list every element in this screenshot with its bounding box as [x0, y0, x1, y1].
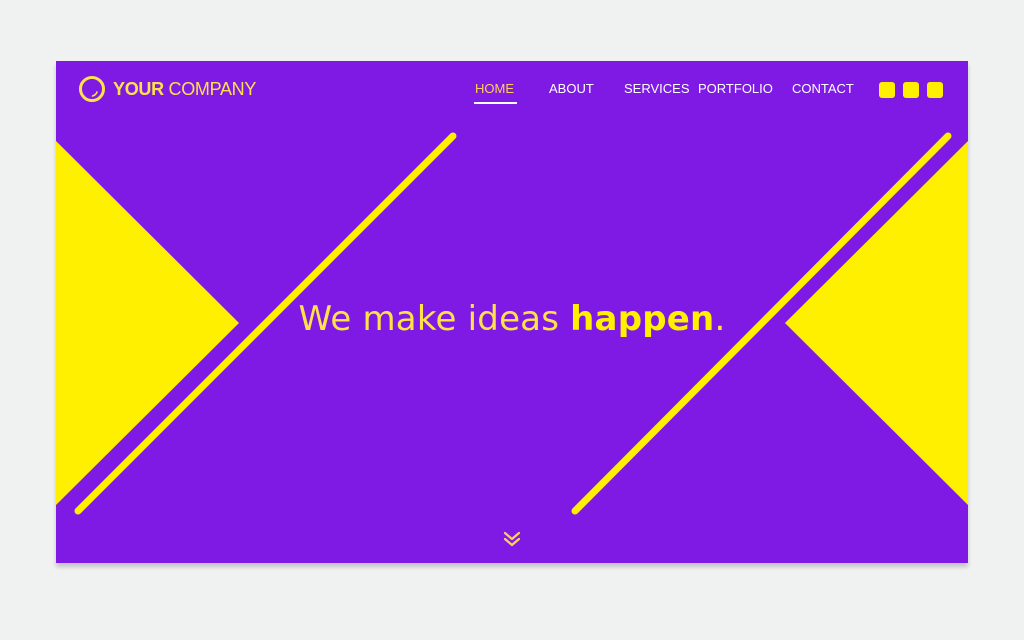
- square-button-3[interactable]: [927, 82, 943, 98]
- nav-services[interactable]: SERVICES: [624, 81, 690, 96]
- main-nav: HOME ABOUT SERVICES PORTFOLIO CONTACT: [56, 81, 968, 105]
- square-buttons: [879, 82, 943, 98]
- headline-period: .: [714, 299, 726, 339]
- square-button-1[interactable]: [879, 82, 895, 98]
- nav-portfolio[interactable]: PORTFOLIO: [698, 81, 773, 96]
- nav-about[interactable]: ABOUT: [549, 81, 594, 96]
- headline-bold: happen: [570, 299, 715, 339]
- nav-contact[interactable]: CONTACT: [792, 81, 854, 96]
- nav-home[interactable]: HOME: [474, 81, 517, 104]
- headline-regular: We make ideas: [298, 299, 571, 339]
- double-chevron-down-icon[interactable]: [503, 530, 521, 548]
- hero-headline: We make ideas happen.: [56, 299, 968, 339]
- hero-panel: YOUR COMPANY HOME ABOUT SERVICES PORTFOL…: [56, 61, 968, 563]
- square-button-2[interactable]: [903, 82, 919, 98]
